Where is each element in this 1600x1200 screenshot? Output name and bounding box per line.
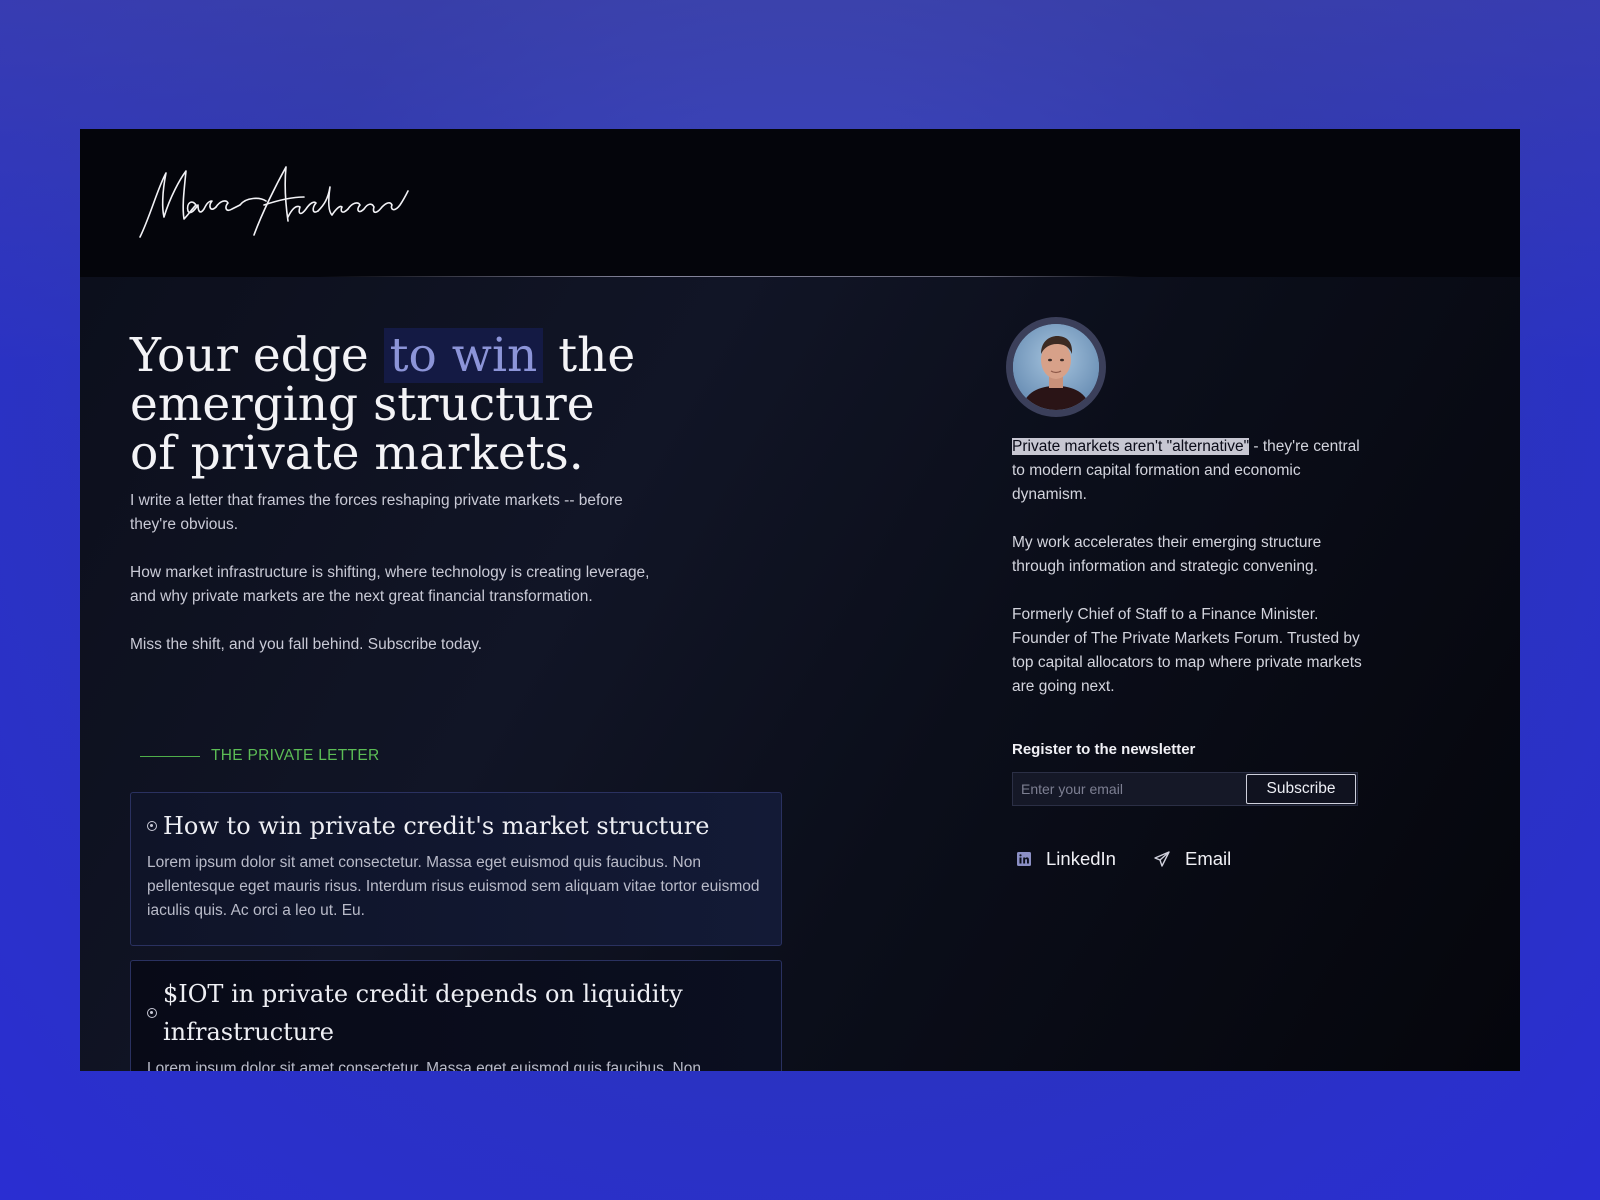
hero-paragraph: I write a letter that frames the forces … (130, 492, 623, 533)
post-excerpt: Lorem ipsum dolor sit amet consectetur. … (147, 854, 760, 919)
bio-paragraph: Formerly Chief of Staff to a Finance Min… (1012, 606, 1362, 695)
hero-title-highlight: to win (383, 328, 544, 383)
section-label-text: THE PRIVATE LETTER (211, 747, 380, 764)
signature-logo[interactable] (136, 157, 426, 245)
section-label: THE PRIVATE LETTER (140, 747, 379, 765)
post-title[interactable]: $IOT in private credit depends on liquid… (163, 975, 765, 1051)
subscribe-button[interactable]: Subscribe (1246, 774, 1356, 804)
social-link-label[interactable]: Email (1185, 848, 1231, 870)
site-header (80, 129, 1520, 277)
avatar (1006, 317, 1106, 417)
newsletter-label: Register to the newsletter (1012, 741, 1196, 758)
linkedin-icon (1017, 852, 1031, 866)
bio-paragraph: My work accelerates their emerging struc… (1012, 534, 1322, 575)
hero-intro: I write a letter that frames the forces … (130, 489, 650, 681)
post-card[interactable]: How to win private credit's market struc… (130, 792, 782, 946)
newsletter-form: Subscribe (1012, 772, 1358, 806)
paper-plane-icon (1154, 851, 1170, 867)
hero-paragraph: Miss the shift, and you fall behind. Sub… (130, 636, 483, 653)
page-frame: Your edge to win the emerging structure … (80, 129, 1520, 1071)
bio-highlight: Private markets aren't "alternative" (1012, 438, 1250, 455)
post-title[interactable]: How to win private credit's market struc… (163, 807, 709, 845)
email-input[interactable] (1013, 773, 1245, 805)
portrait-image (1013, 324, 1099, 410)
social-link-label[interactable]: LinkedIn (1046, 848, 1116, 870)
post-excerpt: Lorem ipsum dolor sit amet consectetur. … (147, 1060, 701, 1071)
radio-bullet-icon (147, 821, 157, 831)
social-link-linkedin[interactable]: LinkedIn (1016, 848, 1116, 870)
bio: Private markets aren't "alternative" - t… (1012, 435, 1362, 723)
hero-title: Your edge to win the emerging structure … (130, 328, 636, 481)
radio-bullet-icon (147, 1008, 157, 1018)
section-line-decoration (140, 755, 200, 757)
hero-paragraph: How market infrastructure is shifting, w… (130, 564, 650, 605)
post-card[interactable]: $IOT in private credit depends on liquid… (130, 960, 782, 1071)
social-link-email[interactable]: Email (1153, 848, 1231, 870)
bio-paragraph: Private markets aren't "alternative" - t… (1012, 438, 1360, 503)
